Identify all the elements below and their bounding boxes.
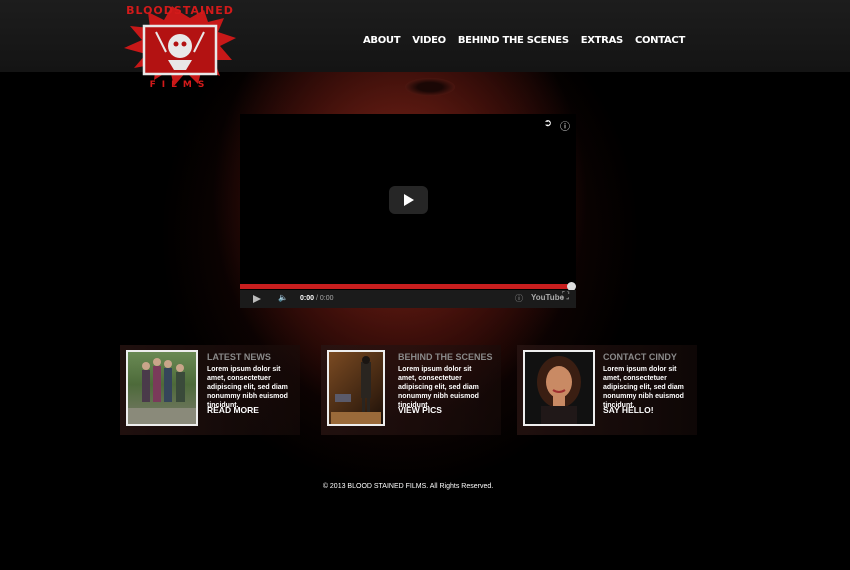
view-pics-link[interactable]: VIEW PICS xyxy=(398,405,442,415)
nav-contact[interactable]: CONTACT xyxy=(635,35,685,46)
player-top-icons: ➲ ⓘ xyxy=(544,118,570,133)
nav-behind-the-scenes[interactable]: BEHIND THE SCENES xyxy=(458,35,569,46)
say-hello-link[interactable]: SAY HELLO! xyxy=(603,405,654,415)
footer-copyright: © 2013 BLOOD STAINED FILMS. All Rights R… xyxy=(322,483,494,490)
time-total: / 0:00 xyxy=(315,295,334,302)
main-nav: ABOUT VIDEO BEHIND THE SCENES EXTRAS CON… xyxy=(363,35,685,46)
panel-body: Lorem ipsum dolor sit amet, consectetuer… xyxy=(603,366,684,409)
logo-splatter xyxy=(124,6,236,86)
panel-latest-news: LATEST NEWS Lorem ipsum dolor sit amet, … xyxy=(120,345,300,435)
time-current: 0:00 xyxy=(300,295,315,302)
latest-news-photo[interactable] xyxy=(126,350,198,426)
logo-text-bottom: FILMS xyxy=(149,80,211,90)
share-icon[interactable]: ➲ xyxy=(544,118,552,133)
fullscreen-icon[interactable]: ⛶ xyxy=(562,291,569,302)
time-display: 0:00 / 0:00 xyxy=(300,295,333,302)
nav-video[interactable]: VIDEO xyxy=(412,35,446,46)
nav-extras[interactable]: EXTRAS xyxy=(581,35,624,46)
settings-icon[interactable]: ⓘ xyxy=(515,293,523,304)
play-button[interactable] xyxy=(389,186,428,214)
logo-text-top: BLOODSTAINED xyxy=(126,4,234,17)
play-icon[interactable] xyxy=(253,295,261,303)
youtube-logo[interactable]: YouTube xyxy=(531,293,564,302)
panel-body: Lorem ipsum dolor sit amet, consectetuer… xyxy=(207,366,288,409)
background-eye xyxy=(405,78,455,96)
panel-title: BEHIND THE SCENES xyxy=(398,352,493,362)
panel-title: LATEST NEWS xyxy=(207,352,271,362)
site-logo[interactable]: BLOODSTAINED FILMS xyxy=(120,4,240,92)
volume-icon[interactable]: 🔈 xyxy=(278,293,288,302)
group-photo xyxy=(128,358,196,424)
behind-the-scenes-photo[interactable] xyxy=(327,350,385,426)
info-icon[interactable]: ⓘ xyxy=(560,118,570,133)
panel-contact-cindy: CONTACT CINDY Lorem ipsum dolor sit amet… xyxy=(517,345,697,435)
portrait-photo xyxy=(537,356,581,424)
panel-behind-the-scenes: BEHIND THE SCENES Lorem ipsum dolor sit … xyxy=(321,345,501,435)
nav-about[interactable]: ABOUT xyxy=(363,35,401,46)
scene-photo xyxy=(331,356,381,424)
contact-photo[interactable] xyxy=(523,350,595,426)
read-more-link[interactable]: READ MORE xyxy=(207,405,259,415)
panel-title: CONTACT CINDY xyxy=(603,352,677,362)
progress-bar[interactable] xyxy=(240,284,572,289)
player-controls: 🔈 0:00 / 0:00 ⓘ YouTube ⛶ xyxy=(240,290,576,308)
panel-body: Lorem ipsum dolor sit amet, consectetuer… xyxy=(398,366,479,409)
video-player[interactable]: ➲ ⓘ 🔈 0:00 / 0:00 ⓘ YouTube ⛶ xyxy=(240,114,576,308)
